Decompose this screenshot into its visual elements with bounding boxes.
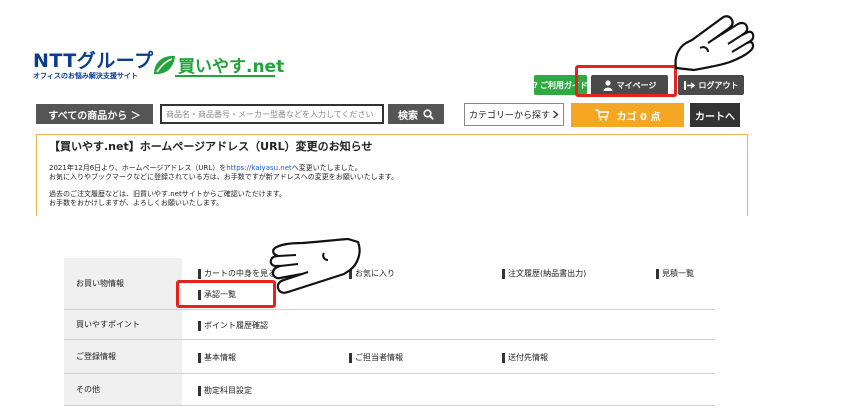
- all-products-button[interactable]: すべての商品から ＞: [36, 104, 153, 124]
- menu-items-other: 勘定科目設定: [182, 374, 715, 405]
- mypage-button[interactable]: マイページ: [591, 75, 668, 95]
- bullet-icon: [198, 289, 201, 300]
- menu-row-registration: ご登録情報 基本情報 ご担当者情報 送付先情報: [64, 340, 715, 374]
- account-settings-label: 勘定科目設定: [204, 386, 252, 395]
- search-input[interactable]: 商品名・商品番号・メーカー型番などを入力してください: [160, 104, 384, 124]
- pointing-hand-icon: [269, 238, 361, 294]
- site-logo[interactable]: NTTグループ オフィスのお悩み解決支援サイト 買いやす.net: [33, 46, 284, 86]
- bullet-icon: [198, 268, 201, 279]
- approval-list-link[interactable]: 承認一覧: [198, 289, 236, 300]
- approval-list-label: 承認一覧: [204, 290, 236, 299]
- pointing-hand-icon: [674, 15, 755, 72]
- url-change-notice: 【買いやす.net】ホームページアドレス（URL）変更のお知らせ 2021年12…: [36, 134, 748, 216]
- bullet-icon: [656, 268, 659, 279]
- quotes-link[interactable]: 見積一覧: [656, 268, 694, 279]
- notice-line-2: お気に入りやブックマークなどに登録されている方は、お手数ですが新アドレスへの変更…: [49, 173, 399, 181]
- bullet-icon: [198, 385, 201, 396]
- kaiyasu-logo: 買いやす.net: [151, 51, 284, 81]
- basic-info-link[interactable]: 基本情報: [198, 352, 236, 363]
- bullet-icon: [502, 352, 505, 363]
- cart-count-label: カゴ 0 点: [616, 111, 661, 123]
- cart-count-button[interactable]: カゴ 0 点: [571, 103, 684, 127]
- logout-arrow-icon: [683, 80, 695, 90]
- user-icon: [603, 79, 613, 91]
- category-button-label: カテゴリーから探す: [468, 111, 550, 121]
- account-settings-link[interactable]: 勘定科目設定: [198, 385, 252, 396]
- menu-row-shopping: お買い物情報 カートの中身を見る お気に入り 注文履歴(納品書出力) 見積一覧 …: [64, 258, 715, 310]
- search-button-label: 検索: [398, 110, 418, 122]
- shipping-address-label: 送付先情報: [508, 353, 548, 362]
- mypage-button-label: マイページ: [616, 80, 657, 90]
- menu-row-other: その他 勘定科目設定: [64, 374, 715, 406]
- mypage-menu-table: お買い物情報 カートの中身を見る お気に入り 注文履歴(納品書出力) 見積一覧 …: [64, 258, 715, 406]
- menu-category-shopping: お買い物情報: [64, 258, 182, 309]
- category-search-button[interactable]: カテゴリーから探す: [464, 103, 564, 126]
- shipping-address-link[interactable]: 送付先情報: [502, 352, 548, 363]
- quotes-label: 見積一覧: [662, 269, 694, 278]
- contact-person-link[interactable]: ご担当者情報: [349, 352, 403, 363]
- guide-button-label: ご利用ガイド: [539, 80, 588, 90]
- menu-category-points: 買いやすポイント: [64, 310, 182, 339]
- chevron-right-icon: [553, 110, 559, 119]
- go-to-cart-button[interactable]: カートへ: [690, 103, 740, 127]
- kaiyasu-logo-text: 買いやす.net: [178, 57, 285, 77]
- logo-tagline: オフィスのお悩み解決支援サイト: [33, 72, 138, 80]
- kaiyasu-leaf-icon: [154, 55, 175, 75]
- menu-items-registration: 基本情報 ご担当者情報 送付先情報: [182, 340, 715, 373]
- search-button[interactable]: 検索: [388, 104, 444, 124]
- cart-contents-link[interactable]: カートの中身を見る: [198, 268, 276, 279]
- logo-underline: [175, 75, 275, 77]
- search-placeholder: 商品名・商品番号・メーカー型番などを入力してください: [166, 109, 374, 119]
- bullet-icon: [349, 352, 352, 363]
- bullet-icon: [502, 268, 505, 279]
- menu-category-registration: ご登録情報: [64, 340, 182, 373]
- menu-row-points: 買いやすポイント ポイント履歴確認: [64, 310, 715, 340]
- magnifier-icon: [423, 108, 434, 120]
- order-history-label: 注文履歴(納品書出力): [508, 269, 587, 278]
- guide-button[interactable]: ? ご利用ガイド: [533, 75, 588, 95]
- contact-person-label: ご担当者情報: [355, 353, 403, 362]
- notice-title: 【買いやす.net】ホームページアドレス（URL）変更のお知らせ: [49, 140, 373, 153]
- basic-info-label: 基本情報: [204, 353, 236, 362]
- cart-icon: [595, 109, 609, 121]
- notice-line-1-text-a: 2021年12月6日より、ホームページアドレス（URL）を: [49, 164, 227, 172]
- new-url-link[interactable]: https://kaiyasu.net: [226, 164, 292, 172]
- point-history-link[interactable]: ポイント履歴確認: [198, 320, 268, 331]
- bullet-icon: [198, 320, 201, 331]
- menu-items-shopping: カートの中身を見る お気に入り 注文履歴(納品書出力) 見積一覧 承認一覧: [182, 258, 715, 309]
- notice-line-1-text-b: へ変更いたしました。: [291, 164, 362, 172]
- ntt-group-logo-text: NTTグループ: [33, 50, 154, 72]
- menu-category-other: その他: [64, 374, 182, 405]
- cart-contents-label: カートの中身を見る: [204, 269, 276, 278]
- order-history-link[interactable]: 注文履歴(納品書出力): [502, 268, 586, 279]
- logout-button-label: ログアウト: [698, 80, 739, 90]
- question-icon: ?: [533, 80, 538, 90]
- point-history-label: ポイント履歴確認: [204, 321, 268, 330]
- menu-items-points: ポイント履歴確認: [182, 310, 715, 339]
- notice-spacer: [49, 182, 735, 190]
- logout-button[interactable]: ログアウト: [678, 75, 744, 95]
- notice-line-1: 2021年12月6日より、ホームページアドレス（URL）をhttps://kai…: [49, 164, 735, 173]
- notice-line-4: お手数をおかけしますが、よろしくお願いいたします。: [49, 199, 224, 207]
- bullet-icon: [198, 352, 201, 363]
- notice-line-3: 過去のご注文履歴などは、旧買いやす.netサイトからご確認いただけます。: [49, 190, 287, 198]
